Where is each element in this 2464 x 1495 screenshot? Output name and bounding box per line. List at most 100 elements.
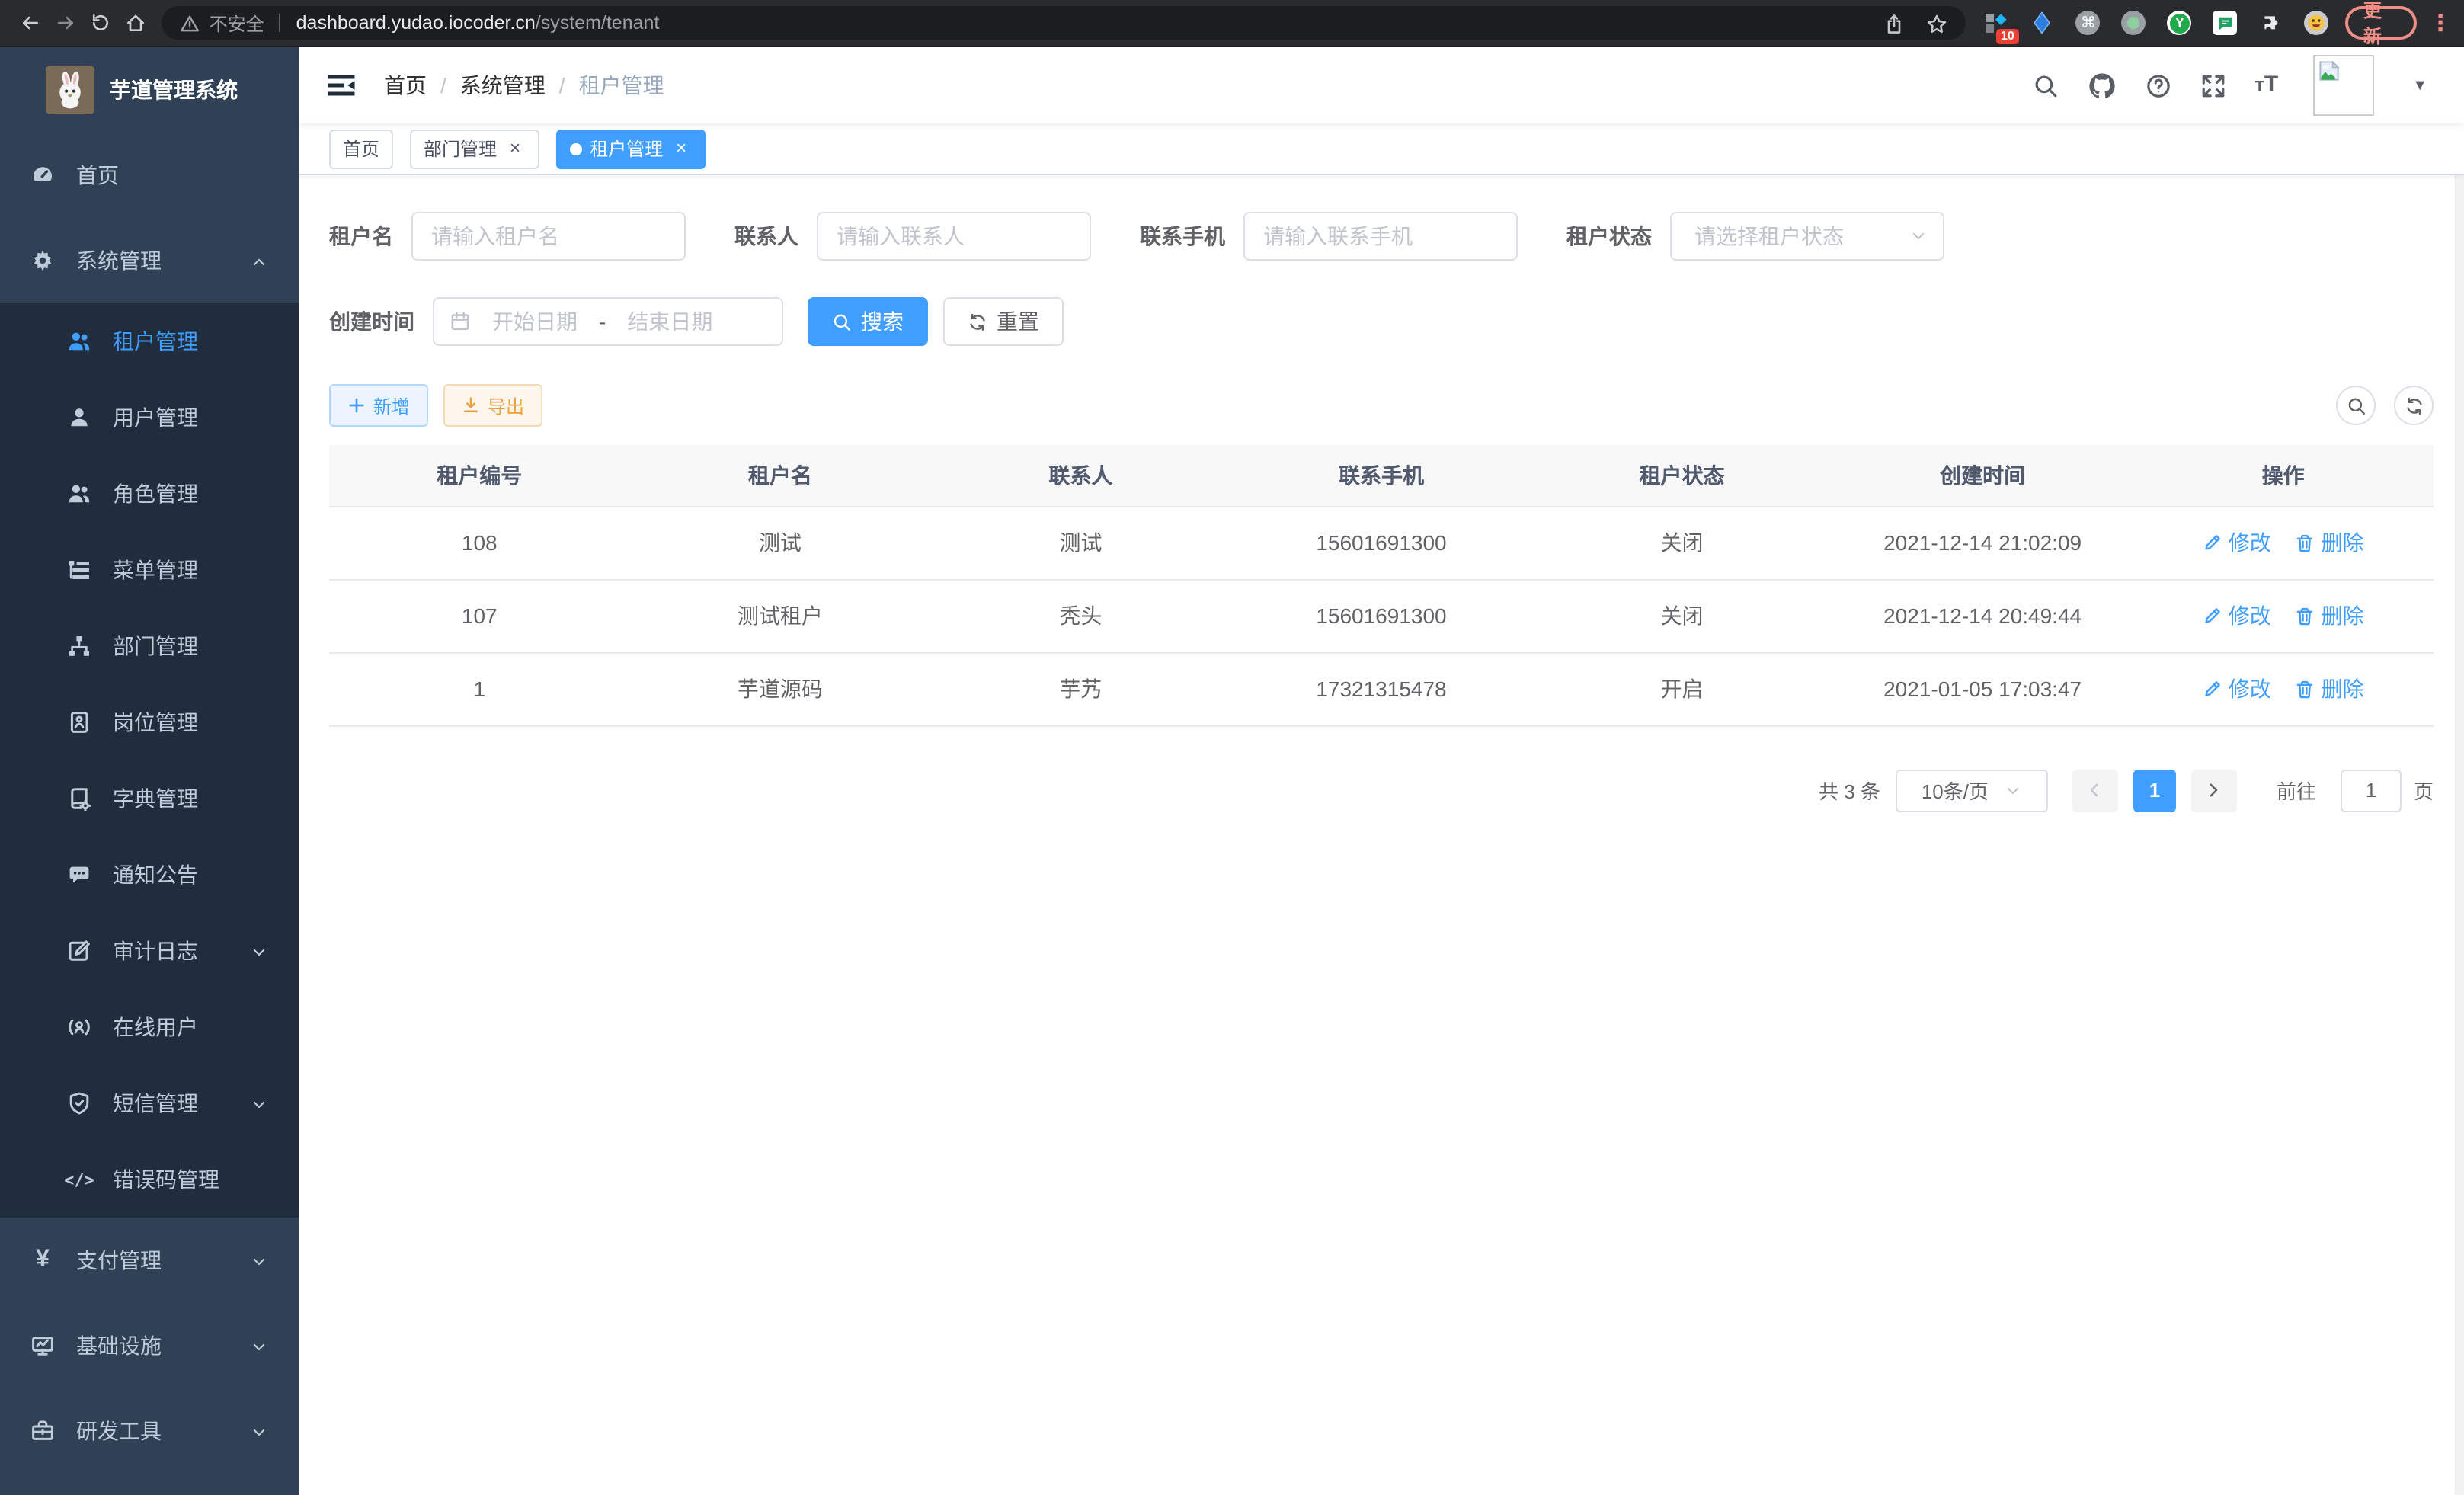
extension-y-icon[interactable]: Y — [2167, 10, 2193, 36]
sidebar-item-dept[interactable]: 部门管理 — [0, 608, 299, 684]
create-time-range-picker[interactable]: 开始日期 - 结束日期 — [433, 297, 783, 346]
breadcrumb-separator: / — [559, 73, 565, 98]
sidebar-item-dict[interactable]: 字典管理 — [0, 760, 299, 837]
extension-chat-icon[interactable] — [2213, 10, 2238, 36]
delete-button[interactable]: 删除 — [2296, 674, 2364, 704]
sidebar-item-infrastructure[interactable]: 基础设施 — [0, 1303, 299, 1388]
extension-kite-icon[interactable] — [2030, 10, 2056, 36]
plus-icon — [347, 396, 366, 415]
caret-down-icon[interactable]: ▼ — [2412, 77, 2427, 94]
breadcrumb-separator: / — [440, 73, 446, 98]
col-contact: 联系人 — [930, 445, 1231, 506]
search-button[interactable]: 搜索 — [808, 297, 928, 346]
delete-button[interactable]: 删除 — [2296, 600, 2364, 631]
fullscreen-icon[interactable] — [2200, 72, 2226, 98]
prev-page-button[interactable] — [2072, 769, 2118, 812]
edit-button[interactable]: 修改 — [2203, 600, 2271, 631]
online-user-icon — [67, 1015, 91, 1039]
sidebar-logo[interactable]: 芋道管理系统 — [0, 47, 299, 133]
status-text: 开启 — [1531, 652, 1832, 725]
edit-button[interactable]: 修改 — [2203, 674, 2271, 704]
address-bar[interactable]: 不安全 dashboard.yudao.iocoder.cn/system/te… — [162, 6, 1966, 40]
chevron-down-icon — [250, 1420, 268, 1442]
sidebar-item-role[interactable]: 角色管理 — [0, 456, 299, 532]
page-scrollbar[interactable] — [2455, 175, 2464, 1495]
sidebar-item-user[interactable]: 用户管理 — [0, 379, 299, 456]
extension-command-icon[interactable]: ⌘ — [2075, 10, 2101, 36]
bookmark-star-icon[interactable] — [1926, 11, 1947, 36]
users-icon — [67, 482, 91, 506]
sidebar-item-dev-tools[interactable]: 研发工具 — [0, 1388, 299, 1474]
edit-button[interactable]: 修改 — [2203, 527, 2271, 558]
col-created: 创建时间 — [1832, 445, 2133, 506]
close-icon[interactable]: × — [670, 138, 692, 159]
header-search-icon[interactable] — [2033, 72, 2059, 98]
sidebar-item-home[interactable]: 首页 — [0, 133, 299, 218]
close-icon[interactable]: × — [504, 138, 526, 159]
sidebar-item-error-code[interactable]: </> 错误码管理 — [0, 1141, 299, 1218]
tab-tenant[interactable]: 租户管理 × — [556, 129, 706, 168]
sidebar-item-post[interactable]: 岗位管理 — [0, 684, 299, 760]
share-icon[interactable] — [1883, 11, 1905, 36]
toggle-search-button[interactable] — [2336, 386, 2376, 425]
end-date-placeholder: 结束日期 — [615, 306, 725, 337]
table-row: 107 测试租户 秃头 15601691300 关闭 2021-12-14 20… — [329, 579, 2434, 652]
status-select[interactable]: 请选择租户状态 — [1670, 212, 1944, 261]
breadcrumb-item-system[interactable]: 系统管理 — [460, 70, 546, 101]
table-row: 108 测试 测试 15601691300 关闭 2021-12-14 21:0… — [329, 506, 2434, 579]
sidebar-item-audit-log[interactable]: 审计日志 — [0, 913, 299, 989]
page-size-select[interactable]: 10条/页 — [1896, 769, 2048, 812]
next-page-button[interactable] — [2191, 769, 2237, 812]
add-button[interactable]: 新增 — [329, 384, 428, 427]
status-text: 关闭 — [1531, 579, 1832, 652]
extension-boxes-icon[interactable]: 10 — [1984, 10, 2010, 36]
browser-home-button[interactable] — [117, 5, 152, 41]
tags-view: 首页 部门管理 × 租户管理 × — [299, 123, 2464, 175]
sidebar-item-system[interactable]: 系统管理 — [0, 218, 299, 303]
browser-update-button[interactable]: 更新 — [2345, 6, 2417, 40]
refresh-table-button[interactable] — [2394, 386, 2434, 425]
sidebar-item-notice[interactable]: 通知公告 — [0, 837, 299, 913]
browser-menu-kebab-icon[interactable]: ⋮ — [2429, 9, 2452, 37]
toolbox-icon — [30, 1419, 55, 1443]
contact-input[interactable] — [817, 212, 1091, 261]
tenant-name-input[interactable] — [411, 212, 686, 261]
breadcrumb-item-current: 租户管理 — [579, 70, 664, 101]
sidebar-item-tenant[interactable]: 租户管理 — [0, 303, 299, 379]
reset-button[interactable]: 重置 — [943, 297, 1064, 346]
mobile-input[interactable] — [1243, 212, 1518, 261]
sidebar-item-payment[interactable]: ¥ 支付管理 — [0, 1218, 299, 1303]
extension-dot-icon[interactable] — [2121, 10, 2147, 36]
font-size-icon[interactable]: TT — [2255, 73, 2279, 98]
delete-button[interactable]: 删除 — [2296, 527, 2364, 558]
extension-emoji-icon[interactable] — [2304, 10, 2330, 36]
breadcrumb-item-home[interactable]: 首页 — [384, 70, 427, 101]
export-button[interactable]: 导出 — [443, 384, 542, 427]
log-edit-icon — [67, 939, 91, 963]
refresh-icon — [968, 312, 987, 331]
browser-back-button[interactable] — [12, 5, 47, 41]
tab-dept[interactable]: 部门管理 × — [410, 129, 539, 168]
browser-forward-button[interactable] — [47, 5, 82, 41]
avatar[interactable] — [2313, 55, 2374, 116]
table-row: 1 芋道源码 芋艿 17321315478 开启 2021-01-05 17:0… — [329, 652, 2434, 725]
trash-icon — [2296, 679, 2315, 699]
sidebar-menu: 首页 系统管理 租户管理 用户管理 角色管理 — [0, 133, 299, 1474]
page-number-current[interactable]: 1 — [2133, 769, 2176, 812]
browser-reload-button[interactable] — [82, 5, 117, 41]
help-icon[interactable] — [2146, 72, 2171, 98]
tab-home[interactable]: 首页 — [329, 129, 393, 168]
extension-puzzle-icon[interactable] — [2258, 10, 2284, 36]
sidebar-item-online-users[interactable]: 在线用户 — [0, 989, 299, 1065]
sidebar-item-menu-mgmt[interactable]: 菜单管理 — [0, 532, 299, 608]
github-icon[interactable] — [2088, 71, 2117, 100]
col-mobile: 联系手机 — [1231, 445, 1532, 506]
create-time-label: 创建时间 — [329, 306, 414, 337]
sidebar-item-sms[interactable]: 短信管理 — [0, 1065, 299, 1141]
browser-extensions: 10 ⌘ Y — [1984, 10, 2330, 36]
chevron-left-icon — [2085, 780, 2105, 800]
goto-page-input[interactable] — [2341, 769, 2402, 812]
active-dot — [570, 142, 582, 155]
pagination: 共 3 条 10条/页 1 前往 页 — [329, 769, 2434, 812]
hamburger-icon[interactable] — [326, 70, 357, 101]
